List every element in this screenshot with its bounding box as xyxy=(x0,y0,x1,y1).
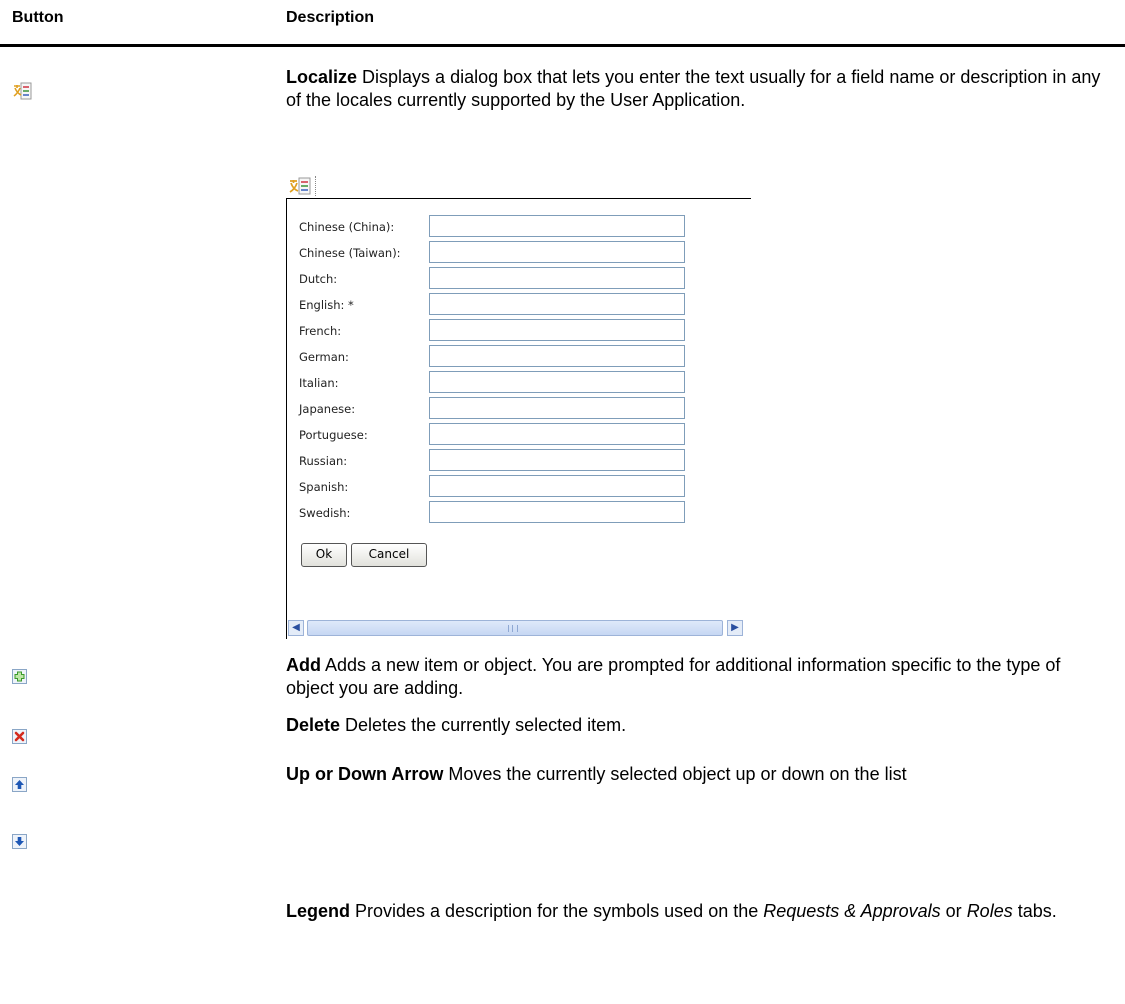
locale-input[interactable] xyxy=(429,267,685,289)
locale-label: Chinese (China): xyxy=(299,220,395,234)
arrow-description: Up or Down Arrow Moves the currently sel… xyxy=(286,763,1106,786)
legend-text-3: tabs. xyxy=(1012,901,1057,921)
toolbar-separator xyxy=(315,176,317,196)
scroll-right-icon[interactable]: ▶ xyxy=(727,620,743,636)
delete-title: Delete xyxy=(286,715,341,735)
locale-label: Russian: xyxy=(299,454,348,468)
add-title: Add xyxy=(286,655,321,675)
legend-description: Legend Provides a description for the sy… xyxy=(286,900,1106,923)
up-arrow-icon xyxy=(12,777,27,792)
locale-label: Italian: xyxy=(299,376,339,390)
legend-tab-roles: Roles xyxy=(966,901,1013,921)
scrollbar-grip-icon xyxy=(508,625,518,632)
down-arrow-icon xyxy=(12,834,27,849)
delete-description: Delete Deletes the currently selected it… xyxy=(286,714,1106,737)
locale-input[interactable] xyxy=(429,475,685,497)
locale-label: French: xyxy=(299,324,342,338)
legend-text-2: or xyxy=(940,901,967,921)
locale-label: Chinese (Taiwan): xyxy=(299,246,401,260)
localize-icon xyxy=(289,177,311,195)
locale-input[interactable] xyxy=(429,501,685,523)
delete-icon xyxy=(12,729,27,744)
cancel-button[interactable]: Cancel xyxy=(351,543,427,567)
dialog-localize-button[interactable] xyxy=(288,176,312,196)
column-header-description: Description xyxy=(286,9,375,26)
column-header-button: Button xyxy=(12,9,64,26)
locale-input[interactable] xyxy=(429,319,685,341)
locale-input[interactable] xyxy=(429,449,685,471)
locale-label: Portuguese: xyxy=(299,428,368,442)
scroll-left-icon[interactable]: ◀ xyxy=(288,620,304,636)
locale-label: German: xyxy=(299,350,349,364)
legend-title: Legend xyxy=(286,901,351,921)
locale-input[interactable] xyxy=(429,241,685,263)
horizontal-scrollbar[interactable]: ◀ ▶ xyxy=(287,619,751,637)
header-rule xyxy=(0,44,1125,47)
localize-description: Localize Displays a dialog box that lets… xyxy=(286,66,1106,112)
locale-input[interactable] xyxy=(429,293,685,315)
locale-label: English: * xyxy=(299,298,354,312)
locale-label: Spanish: xyxy=(299,480,349,494)
localize-title: Localize xyxy=(286,67,358,87)
locale-input[interactable] xyxy=(429,397,685,419)
localize-icon xyxy=(12,82,32,100)
legend-text-1: Provides a description for the symbols u… xyxy=(350,901,764,921)
add-description: Add Adds a new item or object. You are p… xyxy=(286,654,1106,700)
locale-label: Dutch: xyxy=(299,272,338,286)
add-icon xyxy=(12,669,27,684)
delete-text: Deletes the currently selected item. xyxy=(340,715,627,735)
locale-input[interactable] xyxy=(429,371,685,393)
locale-input[interactable] xyxy=(429,345,685,367)
legend-tab-requests: Requests & Approvals xyxy=(763,901,941,921)
localize-text: Displays a dialog box that lets you ente… xyxy=(286,67,1101,110)
locale-label: Japanese: xyxy=(299,402,356,416)
scrollbar-thumb[interactable] xyxy=(307,620,723,636)
locale-label: Swedish: xyxy=(299,506,351,520)
localize-dialog: Chinese (China): Chinese (Taiwan): Dutch: E… xyxy=(286,198,751,639)
ok-button[interactable]: Ok xyxy=(301,543,347,567)
locale-input[interactable] xyxy=(429,215,685,237)
locale-input[interactable] xyxy=(429,423,685,445)
add-text: Adds a new item or object. You are promp… xyxy=(286,655,1061,698)
arrow-text: Moves the currently selected object up o… xyxy=(443,764,907,784)
arrow-title: Up or Down Arrow xyxy=(286,764,444,784)
